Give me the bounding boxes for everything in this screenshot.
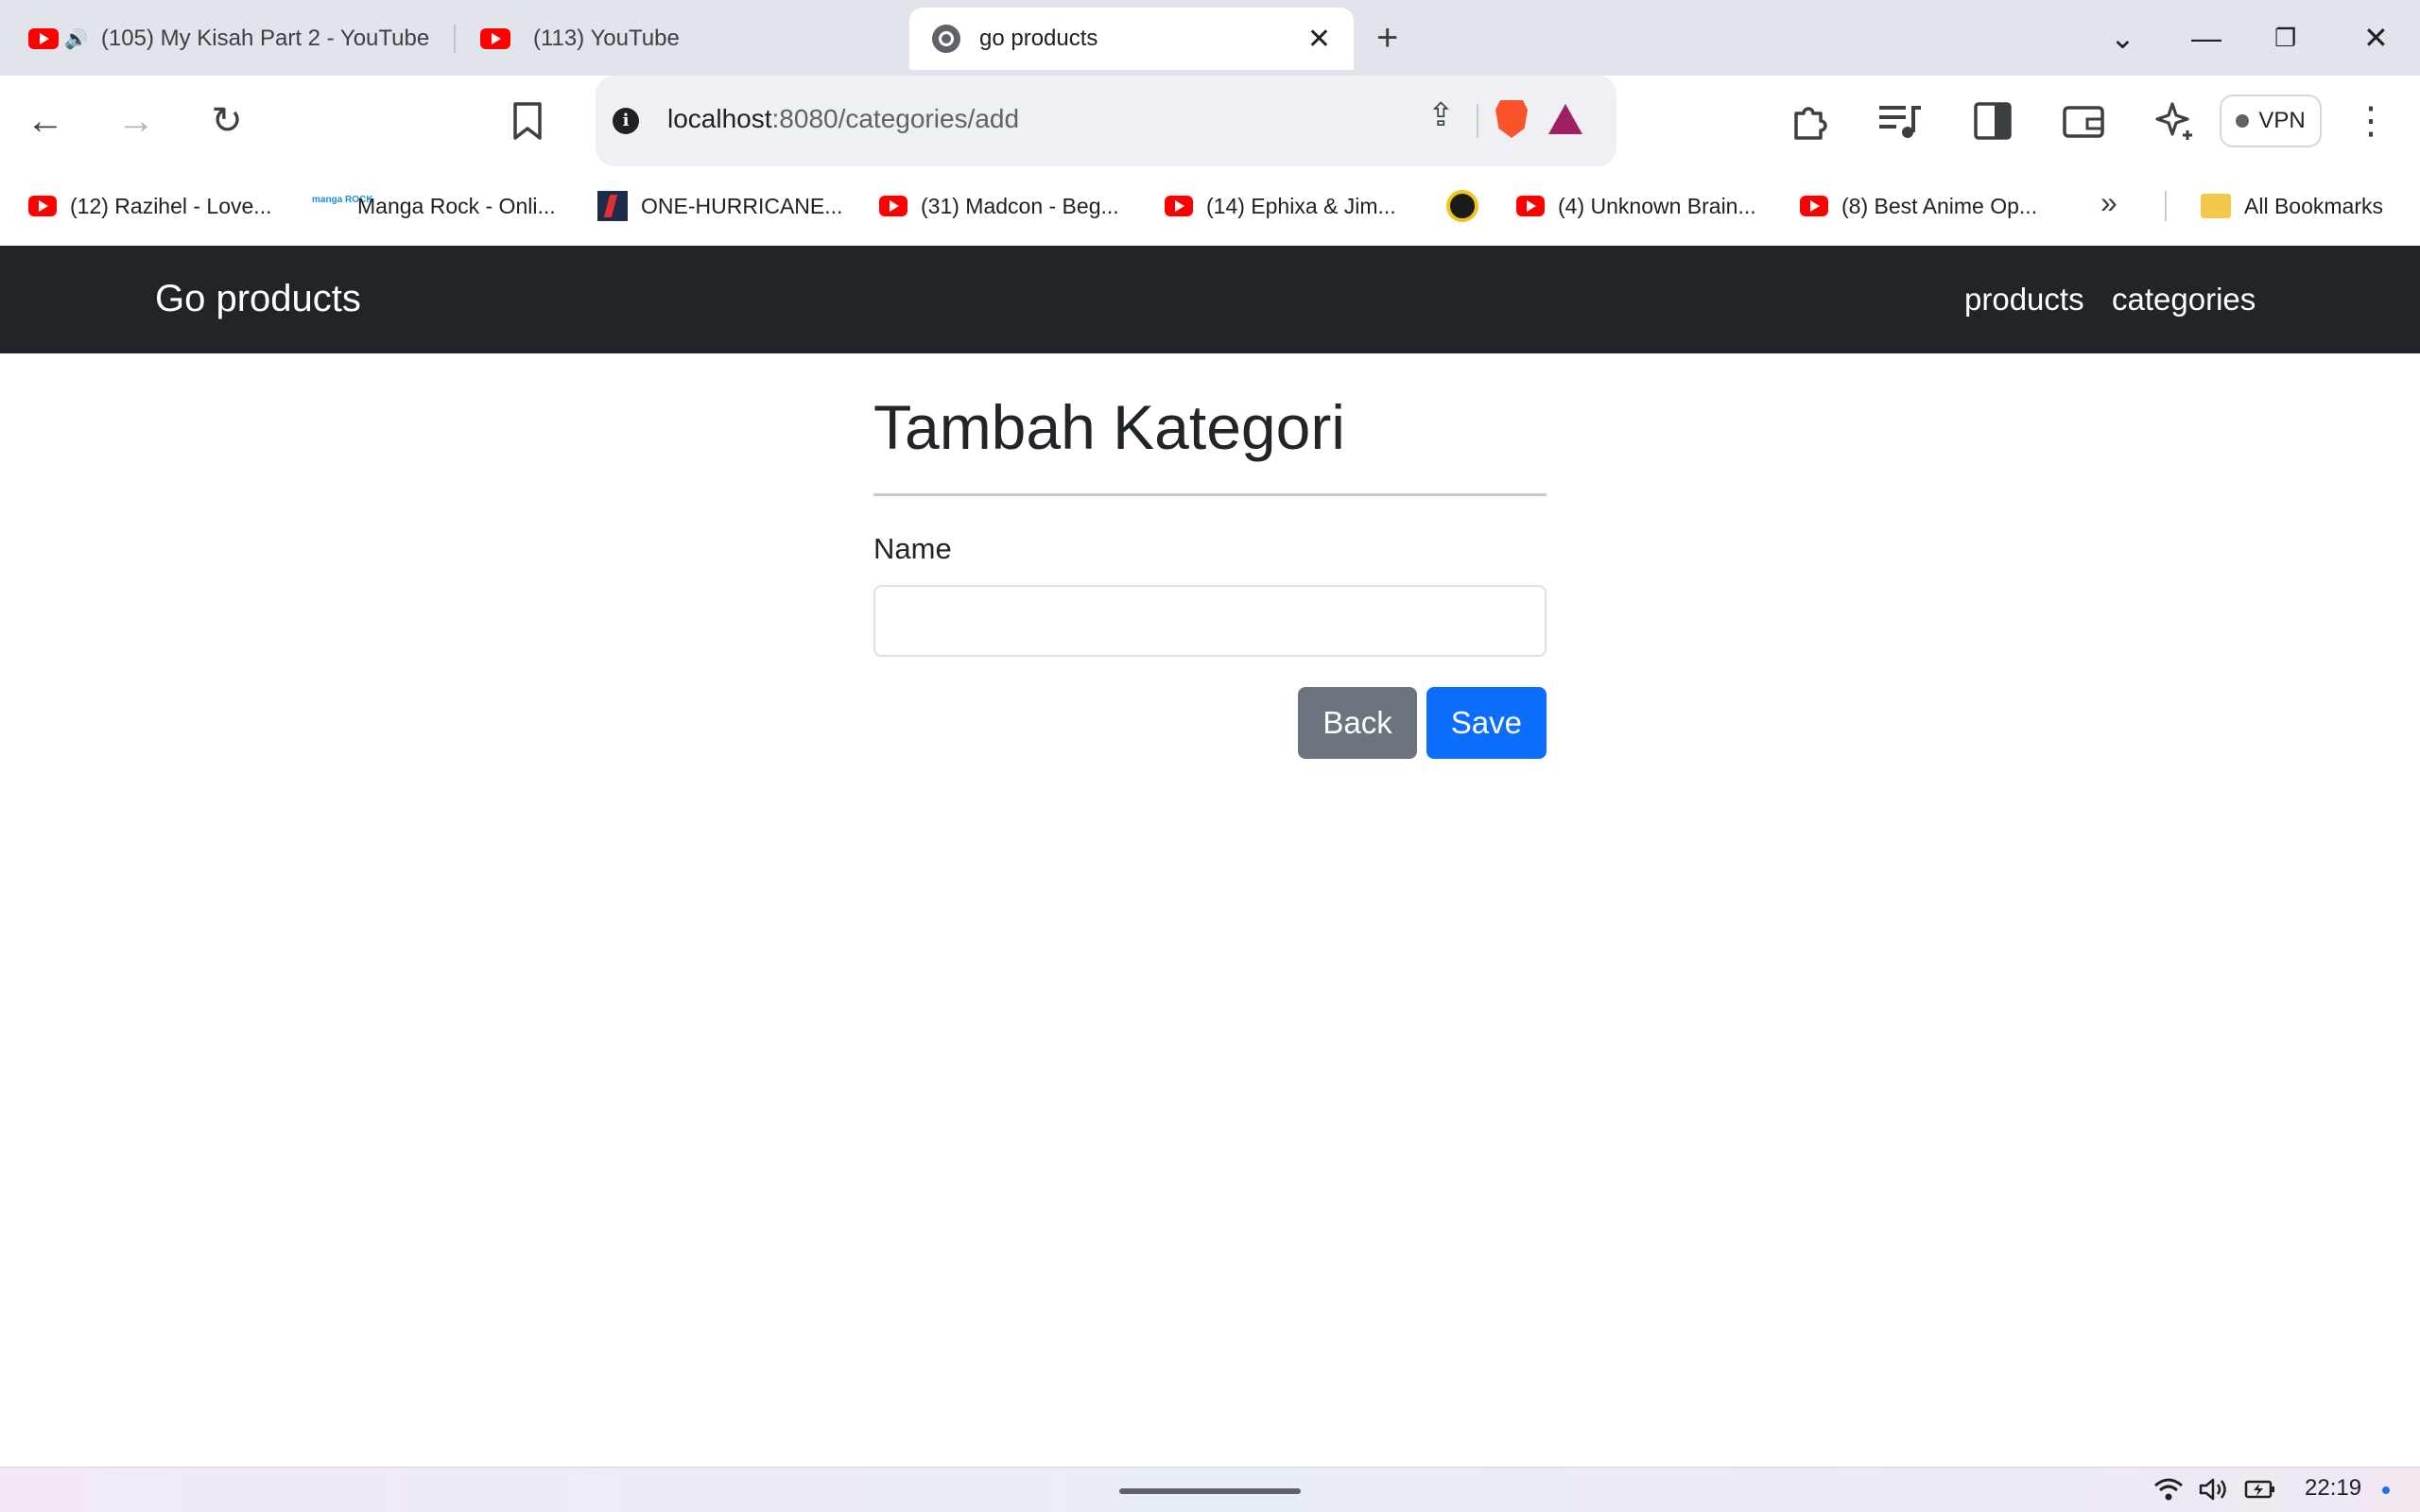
tab-separator — [454, 25, 456, 53]
omnibox-separator — [1477, 104, 1478, 138]
back-arrow-icon[interactable]: ← — [17, 93, 74, 149]
notification-dot-icon — [2382, 1486, 2390, 1494]
close-window-icon[interactable]: ✕ — [2363, 13, 2389, 62]
tab-go-products[interactable]: go products ✕ — [909, 8, 1354, 70]
site-navbar: Go products products categories — [0, 246, 2420, 353]
tab-title: (113) YouTube — [533, 26, 680, 51]
youtube-icon — [480, 28, 510, 49]
bookmark-label: ONE-HURRICANE... — [641, 193, 843, 218]
wallet-icon[interactable] — [2055, 93, 2112, 149]
all-bookmarks-button[interactable]: All Bookmarks — [2201, 189, 2383, 223]
more-bookmarks-chevron-icon[interactable]: » — [2100, 185, 2118, 220]
bookmark-item[interactable] — [1446, 189, 1478, 223]
all-bookmarks-label: All Bookmarks — [2244, 193, 2383, 218]
menu-kebab-icon[interactable]: ⋮ — [2342, 93, 2399, 149]
brave-shields-icon[interactable] — [1495, 100, 1528, 138]
back-button[interactable]: Back — [1298, 687, 1417, 759]
bookmark-item[interactable]: (14) Ephixa & Jim... — [1165, 189, 1396, 223]
tab-title: (105) My Kisah Part 2 - YouTube — [100, 26, 430, 51]
url-path: :8080/categories/add — [771, 104, 1020, 133]
vpn-button[interactable]: VPN — [2220, 94, 2322, 147]
new-tab-button[interactable]: + — [1376, 15, 1398, 60]
speaker-icon[interactable]: 🔊 — [64, 27, 88, 51]
bookmark-label: Manga Rock - Onli... — [357, 193, 556, 218]
bookmarks-bar: (12) Razihel - Love... manga ROCK Manga … — [0, 166, 2420, 246]
extensions-puzzle-icon[interactable] — [1781, 93, 1838, 149]
browser-toolbar: ← → ↻ i localhost:8080/categories/add ⇪ … — [0, 76, 2420, 166]
youtube-icon — [28, 28, 59, 49]
bookmark-item[interactable]: (12) Razihel - Love... — [28, 189, 271, 223]
url-host: localhost — [667, 104, 772, 133]
brave-rewards-icon[interactable] — [1548, 104, 1582, 134]
battery-charging-icon[interactable] — [2244, 1477, 2276, 1508]
playlist-icon[interactable] — [1872, 93, 1928, 149]
youtube-icon — [1516, 196, 1545, 216]
title-divider — [873, 493, 1547, 496]
nav-link-categories[interactable]: categories — [2112, 282, 2256, 318]
volume-icon[interactable] — [2199, 1477, 2229, 1508]
share-icon[interactable]: ⇪ — [1427, 96, 1455, 134]
forward-arrow-icon[interactable]: → — [108, 93, 164, 149]
reload-icon[interactable]: ↻ — [199, 93, 255, 149]
page-title: Tambah Kategori — [873, 392, 1345, 462]
name-input[interactable] — [873, 585, 1547, 657]
vpn-status-dot-icon — [2236, 114, 2250, 128]
close-tab-icon[interactable]: ✕ — [1307, 23, 1331, 56]
system-shelf: 22:19 — [0, 1467, 2420, 1512]
bookmark-icon[interactable] — [499, 93, 556, 149]
bookmark-item[interactable]: manga ROCK Manga Rock - Onli... — [312, 189, 556, 223]
save-button[interactable]: Save — [1426, 687, 1547, 759]
restore-icon[interactable]: ❐ — [2274, 13, 2296, 62]
tab-title: go products — [979, 26, 1098, 51]
bookmark-item[interactable]: ONE-HURRICANE... — [597, 189, 842, 223]
globe-icon — [932, 25, 960, 53]
tab-youtube[interactable]: (113) YouTube — [480, 8, 680, 70]
bookmark-item[interactable]: (8) Best Anime Op... — [1800, 189, 2037, 223]
url-text[interactable]: localhost:8080/categories/add — [667, 104, 1019, 134]
bookmark-item[interactable]: (4) Unknown Brain... — [1516, 189, 1756, 223]
bookmark-label: (4) Unknown Brain... — [1558, 193, 1756, 218]
wifi-icon[interactable] — [2153, 1477, 2184, 1508]
bookmark-label: (14) Ephixa & Jim... — [1206, 193, 1396, 218]
clock[interactable]: 22:19 — [2305, 1475, 2361, 1502]
name-field-label: Name — [873, 532, 952, 565]
pathfinder-logo-icon — [1446, 190, 1478, 222]
vpn-label: VPN — [2258, 108, 2306, 133]
bookmark-label: (31) Madcon - Beg... — [921, 193, 1119, 218]
bookmark-item[interactable]: (31) Madcon - Beg... — [879, 189, 1119, 223]
navbar-brand[interactable]: Go products — [155, 278, 361, 320]
bookmarks-separator — [2165, 191, 2167, 221]
form-actions: Back Save — [873, 687, 1547, 759]
youtube-icon — [28, 196, 57, 216]
youtube-icon — [1800, 196, 1828, 216]
youtube-icon — [1165, 196, 1193, 216]
manga-rock-icon: manga ROCK — [312, 195, 373, 205]
leo-ai-sparkle-icon[interactable] — [2146, 93, 2203, 149]
tab-my-kisah[interactable]: 🔊 (105) My Kisah Part 2 - YouTube — [28, 8, 429, 70]
bookmark-label: (8) Best Anime Op... — [1841, 193, 2038, 218]
one-hurricane-icon — [597, 191, 628, 221]
youtube-icon — [879, 196, 908, 216]
tab-strip: 🔊 (105) My Kisah Part 2 - YouTube (113) … — [0, 0, 2420, 76]
home-gesture-bar[interactable] — [1119, 1488, 1301, 1494]
nav-link-products[interactable]: products — [1964, 282, 2084, 318]
add-category-form: Tambah Kategori Name Back Save — [873, 353, 1547, 759]
sidebar-toggle-icon[interactable] — [1964, 93, 2021, 149]
folder-icon — [2201, 194, 2231, 218]
tab-search-chevron-icon[interactable]: ⌄ — [2110, 13, 2135, 62]
address-bar[interactable]: i localhost:8080/categories/add ⇪ — [596, 76, 1616, 166]
minimize-icon[interactable]: — — [2191, 13, 2221, 62]
bookmark-label: (12) Razihel - Love... — [70, 193, 272, 218]
site-info-icon[interactable]: i — [613, 108, 639, 134]
